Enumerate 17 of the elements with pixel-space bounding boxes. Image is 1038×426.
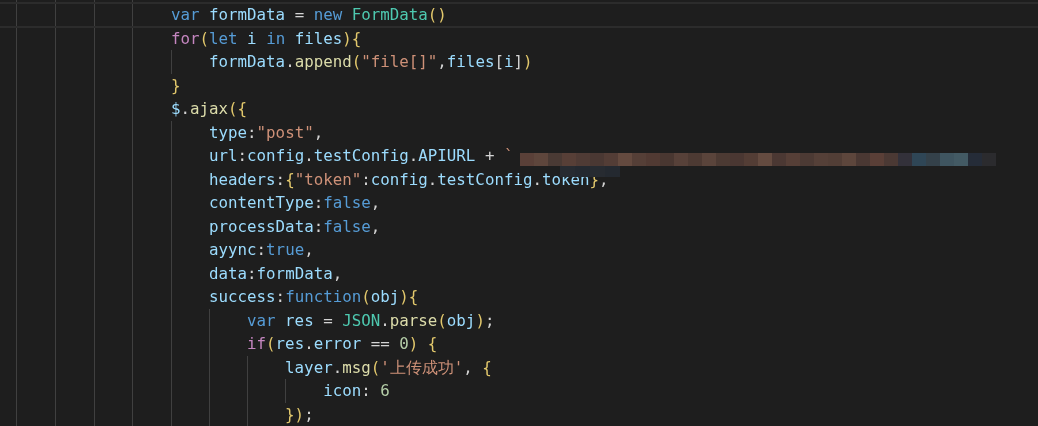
code-line: $.ajax({ — [171, 98, 248, 120]
code-line: if(res.error == 0) { — [247, 333, 438, 355]
code-line: }); — [285, 403, 314, 426]
code-line: data:formData, — [209, 262, 343, 285]
code-line: var res = JSON.parse(obj); — [247, 309, 495, 332]
code-line: var formData = new FormData() — [171, 4, 447, 26]
code-line: success:function(obj){ — [209, 286, 419, 308]
code-line: ayync:true, — [209, 239, 314, 261]
code-line: formData.append("file[]",files[i]) — [209, 51, 533, 73]
code-line: type:"post", — [209, 121, 324, 144]
code-line: for(let i in files){ — [171, 27, 362, 50]
code-line: icon: 6 — [323, 380, 390, 402]
code-line: processData:false, — [209, 215, 381, 238]
code-line: url:config.testConfig.APIURL + ` — [209, 145, 514, 167]
code-line: layer.msg('上传成功', { — [285, 356, 492, 379]
code-line: } — [171, 74, 181, 97]
code-line: contentType:false, — [209, 192, 381, 214]
